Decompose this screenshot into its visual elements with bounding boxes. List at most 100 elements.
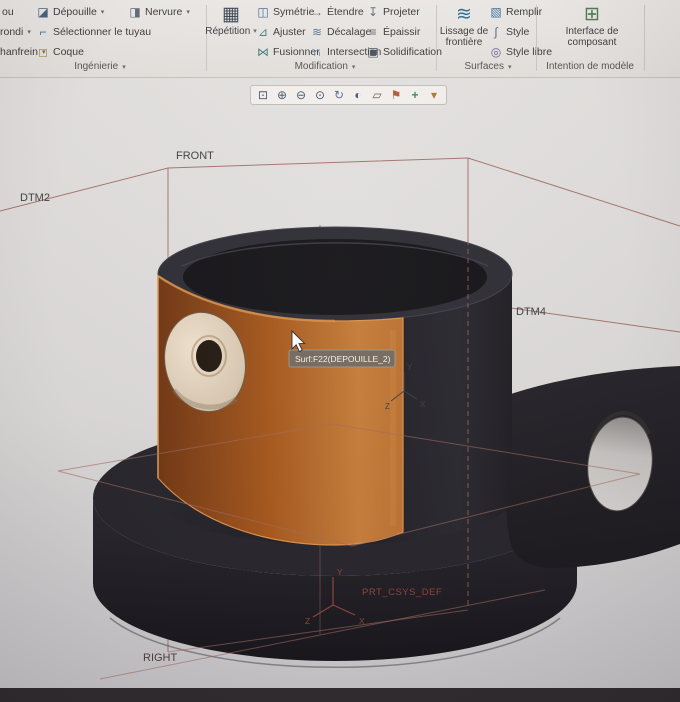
button-nervure[interactable]: ◨ Nervure ▾	[128, 3, 190, 20]
hole-bore[interactable]	[196, 340, 222, 372]
axis-x-label: X	[359, 616, 365, 626]
button-decalage-label: Décalage	[327, 25, 372, 38]
graphics-viewport[interactable]: ⊡ ⊕ ⊖ ⊙ ↻ ◐ ▱ ⚑ + ▾ Y Z X Y Z X PRT_CSYS…	[0, 78, 680, 688]
button-selectionner-tuyau[interactable]: ⌐ Sélectionner le tuyau	[36, 23, 151, 40]
offset-icon: ≋	[311, 24, 323, 39]
ribbon: ou ◪ Dépouille ▾ ◨ Nervure ▾ rondi ▾ ⌐ S…	[0, 0, 680, 78]
button-nervure-label: Nervure	[145, 5, 183, 18]
button-style-label: Style	[506, 25, 530, 38]
annotation-display-icon[interactable]: ⚑	[387, 87, 405, 103]
caption-label: Surfaces	[464, 61, 504, 72]
mirror-icon: ◫	[257, 4, 269, 19]
button-ajuster[interactable]: ⊿ Ajuster	[256, 23, 306, 40]
datum-display-icon[interactable]: ▱	[368, 87, 386, 103]
button-solidification-label: Solidification	[383, 45, 442, 58]
zoom-window-icon[interactable]: ⊡	[254, 87, 272, 103]
group-caption-surfaces[interactable]: Surfaces ▾	[440, 61, 536, 72]
button-arrondi-label: rondi	[0, 25, 24, 38]
zoom-out-icon[interactable]: ⊖	[292, 87, 310, 103]
intersect-icon: ∩	[312, 44, 322, 59]
axis-y-label: Y	[407, 363, 413, 372]
fill-icon: ▧	[490, 4, 502, 19]
refit-icon[interactable]: ⊙	[311, 87, 329, 103]
draft-icon: ◪	[37, 4, 49, 19]
axis-x-label: X	[420, 400, 426, 409]
button-style[interactable]: ∫ Style	[489, 23, 529, 40]
datum-label-right[interactable]: RIGHT	[143, 652, 178, 664]
repaint-icon[interactable]: ↻	[330, 87, 348, 103]
button-lissage-label: Lissage de frontière	[439, 26, 489, 49]
datum-label-front[interactable]: FRONT	[176, 150, 214, 162]
button-style-libre[interactable]: ◎ Style libre	[489, 43, 552, 60]
bottom-bar	[0, 688, 680, 702]
button-coque[interactable]: ◻ Coque	[36, 43, 84, 60]
button-style-libre-label: Style libre	[506, 45, 553, 58]
group-separator	[436, 5, 437, 71]
button-epaissir[interactable]: ≡ Épaissir	[366, 23, 420, 40]
chevron-down-icon: ▾	[351, 63, 356, 71]
tooltip-text: Surf:F22(DEPOUILLE_2)	[295, 354, 391, 364]
view-options-icon[interactable]: ▾	[425, 87, 443, 103]
datum-label-dtm2[interactable]: DTM2	[20, 192, 50, 204]
solidify-icon: ▣	[367, 44, 379, 59]
button-trou-label: ou	[2, 5, 14, 18]
button-symetrie-label: Symétrie	[273, 5, 315, 18]
button-remplir[interactable]: ▧ Remplir	[489, 3, 542, 20]
merge-icon: ⋈	[257, 44, 269, 59]
project-icon: ↧	[367, 4, 379, 19]
button-projeter[interactable]: ↧ Projeter	[366, 3, 420, 20]
group-caption-intention[interactable]: Intention de modèle	[538, 61, 642, 72]
button-coque-label: Coque	[53, 45, 84, 58]
spin-center-icon[interactable]: +	[406, 87, 424, 103]
group-caption-modification[interactable]: Modification ▾	[255, 61, 395, 72]
caption-label: Intention de modèle	[546, 61, 634, 72]
axis-z-label: Z	[305, 616, 310, 626]
axis-y-label: Y	[337, 567, 343, 577]
axis-z-label: Z	[385, 402, 390, 411]
button-symetrie[interactable]: ◫ Symétrie	[256, 3, 314, 20]
button-repetition-labelrow: Répétition ▾	[205, 26, 257, 37]
button-interface-label: Interface de composant	[565, 26, 619, 49]
boundary-blend-icon: ≋	[456, 4, 472, 25]
display-style-icon[interactable]: ◐	[349, 87, 367, 103]
button-epaissir-label: Épaissir	[383, 25, 421, 38]
caption-label: Modification	[294, 61, 348, 72]
pipe-icon: ⌐	[39, 24, 47, 39]
caption-label: Ingénierie	[74, 61, 119, 72]
chevron-down-icon: ▾	[507, 63, 512, 71]
style-icon: ∫	[494, 24, 498, 39]
button-depouille[interactable]: ◪ Dépouille ▾	[36, 3, 104, 20]
group-caption-ingenierie[interactable]: Ingénierie ▾	[30, 61, 170, 72]
drum-interior[interactable]	[183, 239, 487, 315]
component-interface-icon: ⊞	[584, 4, 600, 25]
group-separator	[644, 5, 645, 71]
button-repetition-label: Répétition	[205, 26, 251, 37]
selection-tooltip: Surf:F22(DEPOUILLE_2)	[288, 349, 396, 368]
datum-label-dtm4[interactable]: DTM4	[516, 306, 546, 318]
shell-icon: ◻	[38, 44, 48, 59]
button-ajuster-label: Ajuster	[273, 25, 306, 38]
button-arrondi[interactable]: rondi ▾	[0, 23, 31, 40]
rib-icon: ◨	[129, 4, 141, 19]
csys-label[interactable]: PRT_CSYS_DEF	[362, 587, 442, 598]
button-solidification[interactable]: ▣ Solidification	[366, 43, 442, 60]
chevron-down-icon: ▾	[122, 63, 126, 71]
button-trou[interactable]: ou	[2, 3, 14, 20]
button-lissage-frontiere[interactable]: ≋ Lissage de frontière	[438, 4, 490, 48]
3d-scene[interactable]: Y Z X Y Z X PRT_CSYS_DEF FRONT DTM2 DTM4…	[0, 78, 680, 688]
button-etendre[interactable]: → Étendre	[310, 3, 364, 20]
chevron-down-icon: ▾	[186, 8, 190, 16]
chevron-down-icon: ▾	[27, 28, 31, 36]
trim-icon: ⊿	[257, 24, 269, 39]
button-interface-composant[interactable]: ⊞ Interface de composant	[556, 4, 628, 48]
zoom-in-icon[interactable]: ⊕	[273, 87, 291, 103]
button-repetition[interactable]: ▦ Répétition ▾	[205, 4, 257, 37]
button-decalage[interactable]: ≋ Décalage	[310, 23, 371, 40]
thicken-icon: ≡	[369, 24, 377, 39]
chevron-down-icon: ▾	[100, 8, 105, 16]
button-etendre-label: Étendre	[327, 5, 364, 18]
in-graphics-toolbar: ⊡ ⊕ ⊖ ⊙ ↻ ◐ ▱ ⚑ + ▾	[250, 85, 447, 105]
button-chanfrein-label: hanfrein	[0, 45, 38, 58]
part-flange[interactable]	[504, 366, 680, 568]
extend-icon: →	[311, 4, 323, 19]
